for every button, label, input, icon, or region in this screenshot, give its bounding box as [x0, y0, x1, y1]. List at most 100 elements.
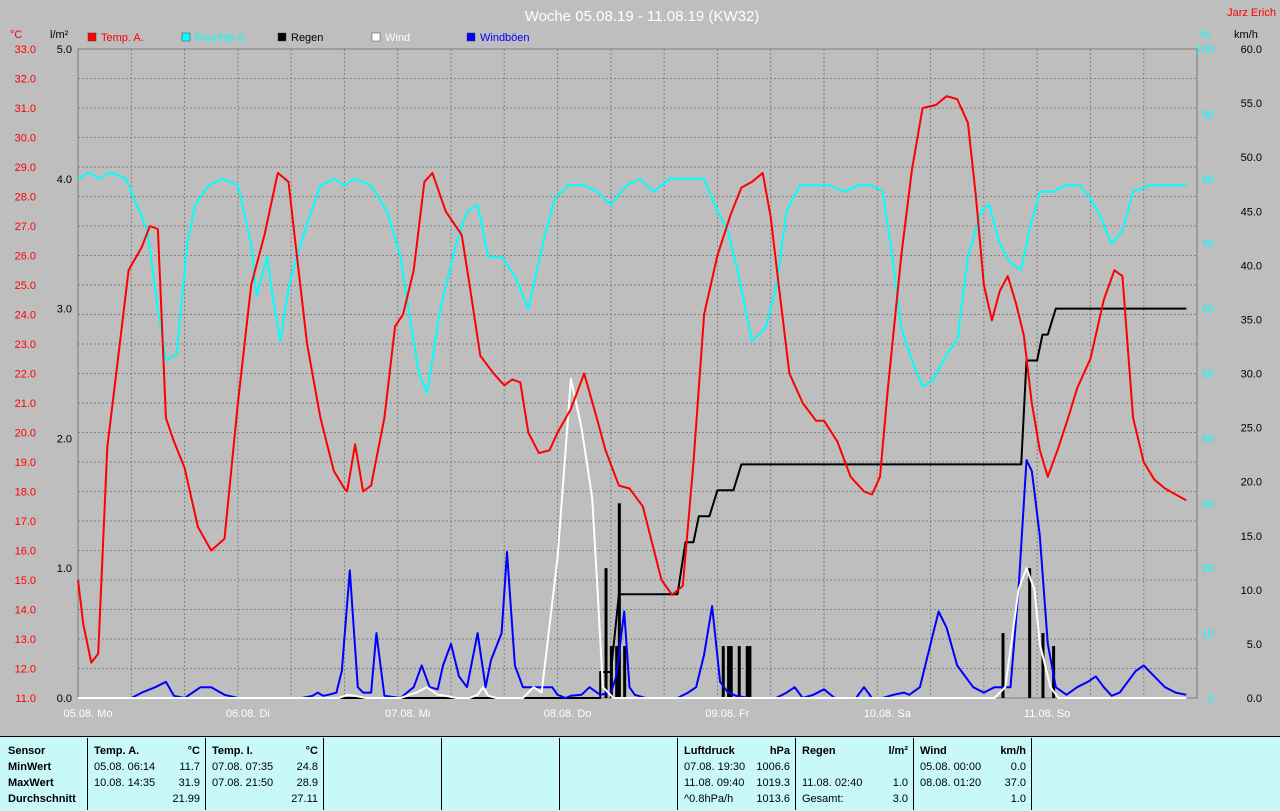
temp-tick-label: 15.0 [15, 575, 36, 587]
x-tick-label: 09.08. Fr [705, 708, 749, 720]
temp-i-avg-value: 27.11 [291, 793, 318, 805]
humidity-tick-label: 10 [1202, 628, 1214, 640]
humidity-tick-label: 80 [1202, 174, 1214, 186]
temp-tick-label: 20.0 [15, 428, 36, 440]
legend-label: Feuchte A. [195, 32, 248, 44]
rain-bar [1041, 633, 1045, 698]
temp-tick-label: 30.0 [15, 133, 36, 145]
x-tick-label: 11.08. So [1024, 708, 1070, 720]
series-line-wind [78, 377, 1187, 699]
pressure-max-time: 11.08. 09:40 [684, 777, 745, 789]
temp-tick-label: 22.0 [15, 369, 36, 381]
temp-i-title: Temp. I. [212, 745, 253, 757]
wind-title: Wind [920, 745, 947, 757]
temp-tick-label: 14.0 [15, 605, 36, 617]
humidity-tick-label: 60 [1202, 304, 1214, 316]
series-lines [77, 95, 1187, 699]
divider [323, 738, 324, 810]
rain-bar [1028, 568, 1032, 698]
x-axis-labels: 05.08. Mo 06.08. Di 07.08. Mi 08.08. Do 09.0… [64, 708, 1071, 720]
pressure-unit: hPa [769, 745, 790, 757]
legend-label: Regen [291, 32, 323, 44]
temp-tick-label: 21.0 [15, 398, 36, 410]
temp-tick-label: 27.0 [15, 221, 36, 233]
temp-a-min-time: 05.08. 06:14 [94, 761, 156, 773]
temp-tick-label: 28.0 [15, 192, 36, 204]
rain-tick-label: 4.0 [57, 174, 72, 186]
divider [87, 738, 88, 810]
x-tick-label: 05.08. Mo [64, 708, 113, 720]
wind-max-time: 08.08. 01:20 [920, 777, 982, 789]
divider [441, 738, 442, 810]
wind-tick-label: 60.0 [1241, 44, 1262, 56]
author-label: Jarz Erich [1227, 7, 1276, 19]
temp-i-unit: °C [305, 745, 318, 757]
temp-tick-label: 13.0 [15, 634, 36, 646]
divider [913, 738, 914, 810]
divider [677, 738, 678, 810]
rain-max-time: 11.08. 02:40 [802, 777, 863, 789]
axis-temp: 11.0 12.0 13.0 14.0 15.0 16.0 17.0 18.0 19.0 20.0… [15, 44, 36, 705]
legend-label: Windböen [480, 32, 530, 44]
x-tick-label: 08.08. Do [544, 708, 592, 720]
wind-tick-label: 25.0 [1241, 423, 1262, 435]
temp-tick-label: 19.0 [15, 457, 36, 469]
temp-i-min-value: 24.8 [296, 761, 318, 773]
rain-bar [745, 646, 749, 698]
temp-tick-label: 16.0 [15, 546, 36, 558]
temp-a-unit: °C [187, 745, 200, 757]
humidity-tick-label: 0 [1208, 693, 1214, 705]
temp-a-min-value: 11.7 [179, 761, 200, 773]
temp-a-title: Temp. A. [94, 745, 140, 757]
legend-swatch [181, 32, 191, 42]
axis-humidity: 0 10 20 30 40 50 60 70 80 90 100 [1196, 44, 1214, 705]
pressure-trend-label: ^0.8hPa/h [684, 793, 734, 805]
legend: Temp. A. Feuchte A. Regen Wind Windböen [87, 32, 530, 44]
wind-tick-label: 30.0 [1241, 369, 1262, 381]
x-tick-label: 07.08. Mi [385, 708, 430, 720]
temp-a-avg-value: 21.99 [172, 793, 200, 805]
wind-tick-label: 40.0 [1241, 260, 1262, 272]
rain-bar [737, 646, 741, 698]
rain-title: Regen [802, 745, 836, 757]
humidity-tick-label: 100 [1196, 44, 1214, 56]
pressure-min-time: 07.08. 19:30 [684, 761, 746, 773]
series-line-windböen [78, 459, 1187, 699]
temp-tick-label: 29.0 [15, 162, 36, 174]
wind-max-value: 37.0 [1004, 777, 1026, 789]
humidity-tick-label: 50 [1202, 369, 1214, 381]
temp-i-min-time: 07.08. 07:35 [212, 761, 274, 773]
chart-title: Woche 05.08.19 - 11.08.19 (KW32) [525, 8, 760, 25]
divider [795, 738, 796, 810]
temp-tick-label: 18.0 [15, 487, 36, 499]
wind-tick-label: 5.0 [1247, 639, 1262, 651]
temp-tick-label: 25.0 [15, 280, 36, 292]
wind-tick-label: 45.0 [1241, 206, 1262, 218]
rain-tick-label: 3.0 [57, 304, 72, 316]
rain-bar [604, 568, 608, 698]
wind-tick-label: 50.0 [1241, 152, 1262, 164]
legend-swatch [87, 32, 97, 42]
legend-label: Wind [385, 32, 410, 44]
wind-avg-value: 1.0 [1010, 793, 1026, 805]
humidity-tick-label: 40 [1202, 433, 1214, 445]
rain-bar [721, 646, 725, 698]
temp-i-max-value: 28.9 [296, 777, 318, 789]
temp-tick-label: 23.0 [15, 339, 36, 351]
temp-tick-label: 11.0 [15, 693, 36, 705]
humidity-tick-label: 90 [1202, 109, 1214, 121]
axis-rain: 0.0 1.0 2.0 3.0 4.0 5.0 [57, 44, 72, 705]
rain-total-label: Gesamt: [802, 793, 844, 805]
humidity-tick-label: 20 [1202, 563, 1214, 575]
rain-tick-label: 2.0 [57, 433, 72, 445]
rain-tick-label: 5.0 [57, 44, 72, 56]
pressure-title: Luftdruck [684, 745, 735, 757]
temp-unit-label: °C [10, 29, 22, 41]
temp-tick-label: 12.0 [15, 664, 36, 676]
legend-swatch [371, 32, 381, 42]
rain-tick-label: 0.0 [57, 693, 72, 705]
temp-tick-label: 17.0 [15, 516, 36, 528]
row-label-avg: Durchschnitt [8, 793, 76, 805]
rain-unit-label: l/m² [50, 29, 69, 41]
rain-bar [748, 646, 752, 698]
